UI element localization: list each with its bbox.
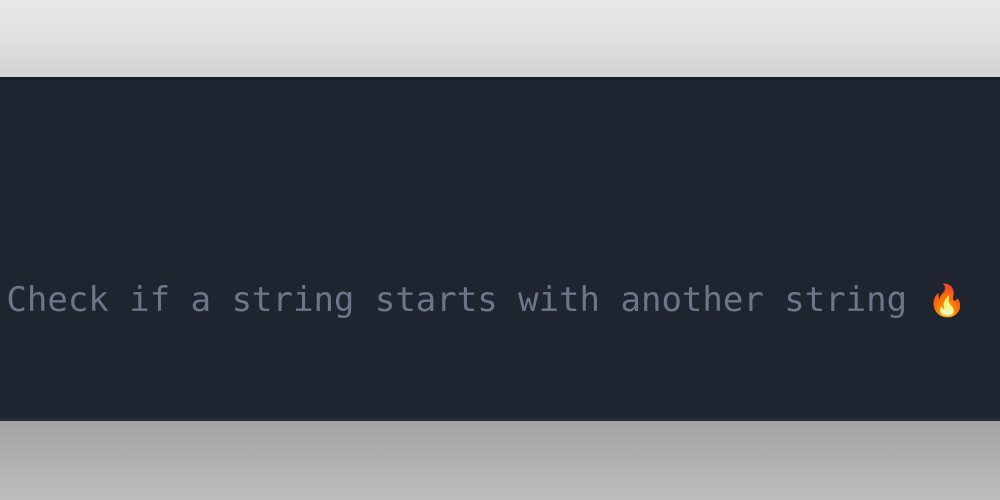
comment-text: // Check if a string starts with another…	[0, 280, 928, 320]
code-block[interactable]: // Check if a string starts with another…	[0, 125, 1000, 421]
screenshot-root: // Check if a string starts with another…	[0, 0, 1000, 500]
bottom-background-band	[0, 421, 1000, 500]
code-snippet-card: // Check if a string starts with another…	[0, 77, 1000, 421]
code-line-comment-title: // Check if a string starts with another…	[0, 275, 1000, 325]
top-background-band	[0, 0, 1000, 77]
card-top-edge	[0, 77, 1000, 80]
fire-emoji: 🔥	[927, 283, 967, 319]
